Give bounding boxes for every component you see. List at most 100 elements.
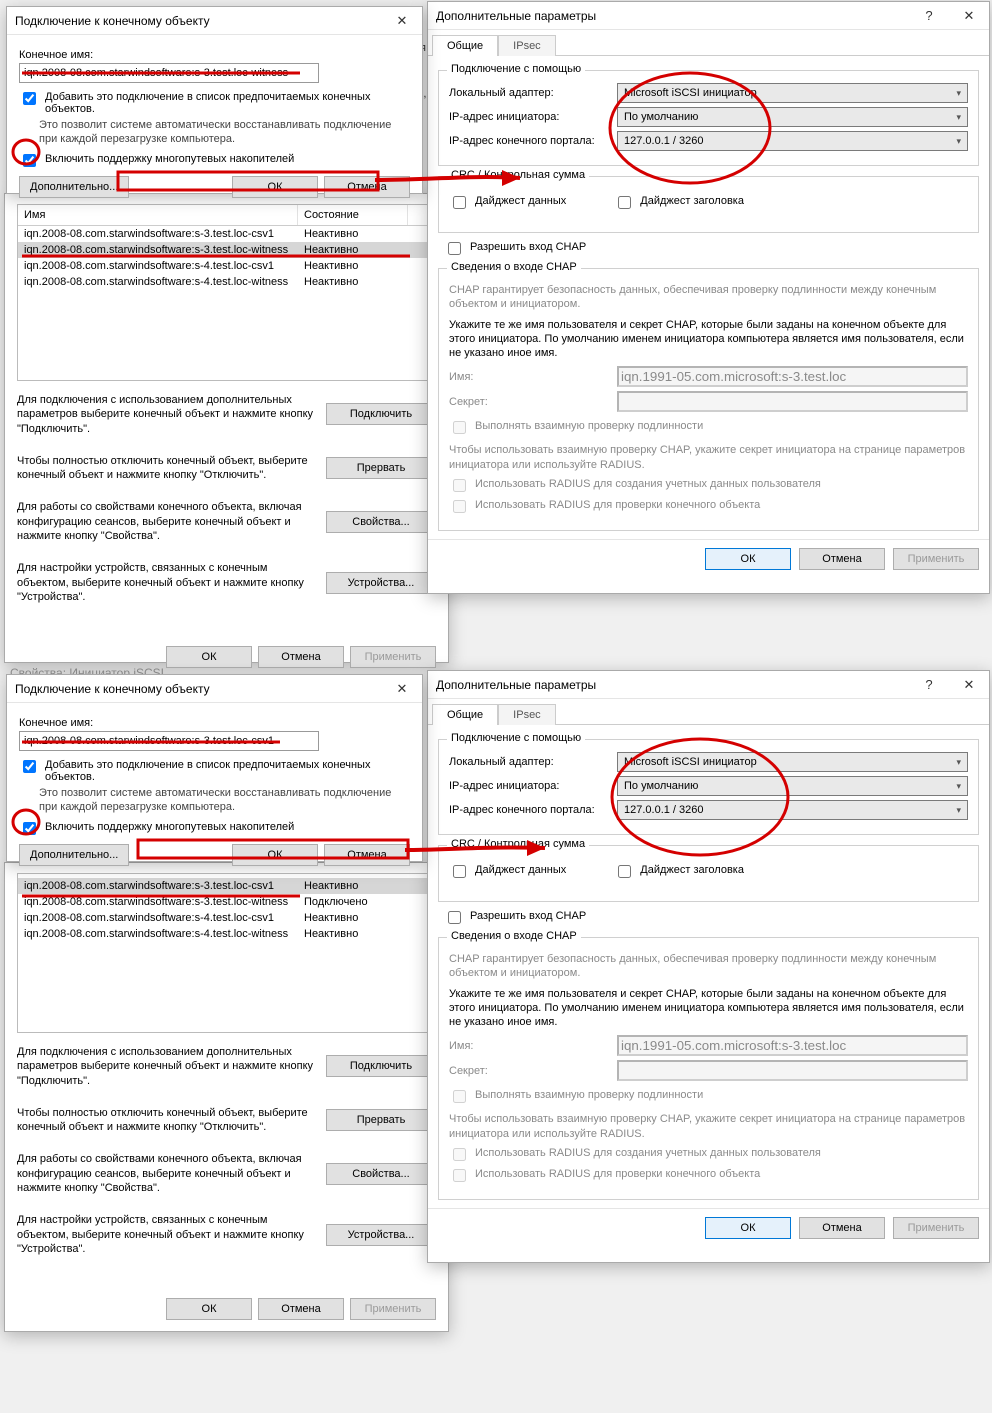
digest-header-checkbox[interactable] <box>618 196 631 209</box>
table-row[interactable]: iqn.2008-08.com.starwindsoftware:s-4.tes… <box>18 910 435 926</box>
enable-chap-checkbox[interactable] <box>448 242 461 255</box>
table-row[interactable]: iqn.2008-08.com.starwindsoftware:s-3.tes… <box>18 242 435 258</box>
help-icon[interactable]: ? <box>909 671 949 699</box>
mpio-label: Включить поддержку многопутевых накопите… <box>45 153 294 165</box>
group-legend: Подключение с помощью <box>447 63 585 75</box>
table-row[interactable]: iqn.2008-08.com.starwindsoftware:s-3.tes… <box>18 894 435 910</box>
close-icon[interactable]: ✕ <box>949 671 989 699</box>
advanced-params-1: Дополнительные параметры ? ✕ Общие IPsec… <box>427 1 990 594</box>
endpoint-label: Конечное имя: <box>19 49 410 61</box>
table-row[interactable]: iqn.2008-08.com.starwindsoftware:s-4.tes… <box>18 258 435 274</box>
advanced-params-2: Дополнительные параметры ? ✕ Общие IPsec… <box>427 670 990 1263</box>
add-favorite-checkbox[interactable] <box>23 760 36 773</box>
mpio-checkbox[interactable] <box>23 822 36 835</box>
group-legend: CRC / Контрольная сумма <box>447 838 589 850</box>
apply-button[interactable]: Применить <box>893 1217 979 1239</box>
chevron-down-icon: ▾ <box>956 136 961 147</box>
cancel-button[interactable]: Отмена <box>324 844 410 866</box>
devices-button[interactable]: Устройства... <box>326 572 436 594</box>
radius-target-label: Использовать RADIUS для проверки конечно… <box>475 499 760 511</box>
ok-button[interactable]: ОК <box>705 1217 791 1239</box>
tab-ipsec[interactable]: IPsec <box>498 704 556 725</box>
chap-hint2: Укажите те же имя пользователя и секрет … <box>449 318 968 361</box>
col-state[interactable]: Состояние <box>298 205 408 225</box>
digest-data-label: Дайджест данных <box>475 864 566 876</box>
add-favorite-checkbox[interactable] <box>23 92 36 105</box>
targets-table: Имя Состояние iqn.2008-08.com.starwindso… <box>17 204 436 381</box>
radius-target-checkbox <box>453 1169 466 1182</box>
ok-button[interactable]: ОК <box>166 1298 252 1320</box>
table-row[interactable]: iqn.2008-08.com.starwindsoftware:s-3.tes… <box>18 878 435 894</box>
advanced-button[interactable]: Дополнительно... <box>19 844 129 866</box>
chevron-down-icon: ▾ <box>956 112 961 123</box>
table-row[interactable]: iqn.2008-08.com.starwindsoftware:s-3.tes… <box>18 226 435 242</box>
ok-button[interactable]: ОК <box>705 548 791 570</box>
group-legend: Сведения о входе CHAP <box>447 261 581 273</box>
connect-button[interactable]: Подключить <box>326 1055 436 1077</box>
enable-chap-label: Разрешить вход CHAP <box>470 910 586 922</box>
adapter-combo[interactable]: Microsoft iSCSI инициатор▾ <box>617 83 968 103</box>
apply-button[interactable]: Применить <box>350 1298 436 1320</box>
devices-button[interactable]: Устройства... <box>326 1224 436 1246</box>
chap-secret-input <box>617 1060 968 1081</box>
apply-button[interactable]: Применить <box>893 548 979 570</box>
tab-general[interactable]: Общие <box>432 35 498 56</box>
enable-chap-label: Разрешить вход CHAP <box>470 241 586 253</box>
connect-button[interactable]: Подключить <box>326 403 436 425</box>
chap-secret-label: Секрет: <box>449 1065 609 1077</box>
cancel-button[interactable]: Отмена <box>258 1298 344 1320</box>
endpoint-input[interactable] <box>19 63 319 83</box>
adapter-label: Локальный адаптер: <box>449 87 609 99</box>
advanced-button[interactable]: Дополнительно... <box>19 176 129 198</box>
mutual-auth-label: Выполнять взаимную проверку подлинности <box>475 420 703 432</box>
properties-button[interactable]: Свойства... <box>326 1163 436 1185</box>
cancel-button[interactable]: Отмена <box>799 1217 885 1239</box>
table-row[interactable]: iqn.2008-08.com.starwindsoftware:s-4.tes… <box>18 274 435 290</box>
cancel-button[interactable]: Отмена <box>258 646 344 668</box>
break-button[interactable]: Прервать <box>326 1109 436 1131</box>
connect-dialog-2: Подключение к конечному объекту ✕ Конечн… <box>6 674 423 862</box>
table-row[interactable]: iqn.2008-08.com.starwindsoftware:s-4.tes… <box>18 926 435 942</box>
portal-ip-label: IP-адрес конечного портала: <box>449 804 609 816</box>
ok-button[interactable]: ОК <box>232 844 318 866</box>
portal-ip-combo[interactable]: 127.0.0.1 / 3260▾ <box>617 131 968 151</box>
targets-table: iqn.2008-08.com.starwindsoftware:s-3.tes… <box>17 873 436 1033</box>
apply-button[interactable]: Применить <box>350 646 436 668</box>
tab-ipsec[interactable]: IPsec <box>498 35 556 56</box>
initiator-ip-label: IP-адрес инициатора: <box>449 111 609 123</box>
cancel-button[interactable]: Отмена <box>324 176 410 198</box>
chap-name-input <box>617 366 968 387</box>
digest-data-checkbox[interactable] <box>453 196 466 209</box>
chap-secret-label: Секрет: <box>449 396 609 408</box>
connect-help: Для подключения с использованием дополни… <box>17 393 316 436</box>
close-icon[interactable]: ✕ <box>949 2 989 30</box>
digest-data-checkbox[interactable] <box>453 865 466 878</box>
radius-creds-label: Использовать RADIUS для создания учетных… <box>475 1147 821 1159</box>
initiator-ip-combo[interactable]: По умолчанию▾ <box>617 776 968 796</box>
break-button[interactable]: Прервать <box>326 457 436 479</box>
cancel-button[interactable]: Отмена <box>799 548 885 570</box>
ok-button[interactable]: ОК <box>166 646 252 668</box>
endpoint-input[interactable] <box>19 731 319 751</box>
radius-target-label: Использовать RADIUS для проверки конечно… <box>475 1168 760 1180</box>
props-help: Для работы со свойствами конечного объек… <box>17 1152 316 1195</box>
digest-header-checkbox[interactable] <box>618 865 631 878</box>
enable-chap-checkbox[interactable] <box>448 911 461 924</box>
close-icon[interactable]: ✕ <box>382 7 422 35</box>
ok-button[interactable]: ОК <box>232 176 318 198</box>
mpio-checkbox[interactable] <box>23 154 36 167</box>
properties-button[interactable]: Свойства... <box>326 511 436 533</box>
adapter-combo[interactable]: Microsoft iSCSI инициатор▾ <box>617 752 968 772</box>
chap-name-input <box>617 1035 968 1056</box>
close-icon[interactable]: ✕ <box>382 675 422 703</box>
portal-ip-combo[interactable]: 127.0.0.1 / 3260▾ <box>617 800 968 820</box>
help-icon[interactable]: ? <box>909 2 949 30</box>
disconnect-help: Чтобы полностью отключить конечный объек… <box>17 454 316 483</box>
dialog-title: Дополнительные параметры <box>436 678 909 692</box>
initiator-ip-combo[interactable]: По умолчанию▾ <box>617 107 968 127</box>
tab-general[interactable]: Общие <box>432 704 498 725</box>
group-legend: Сведения о входе CHAP <box>447 930 581 942</box>
group-connect-with: Подключение с помощью Локальный адаптер:… <box>438 739 979 835</box>
adapter-label: Локальный адаптер: <box>449 756 609 768</box>
col-name[interactable]: Имя <box>18 205 298 225</box>
